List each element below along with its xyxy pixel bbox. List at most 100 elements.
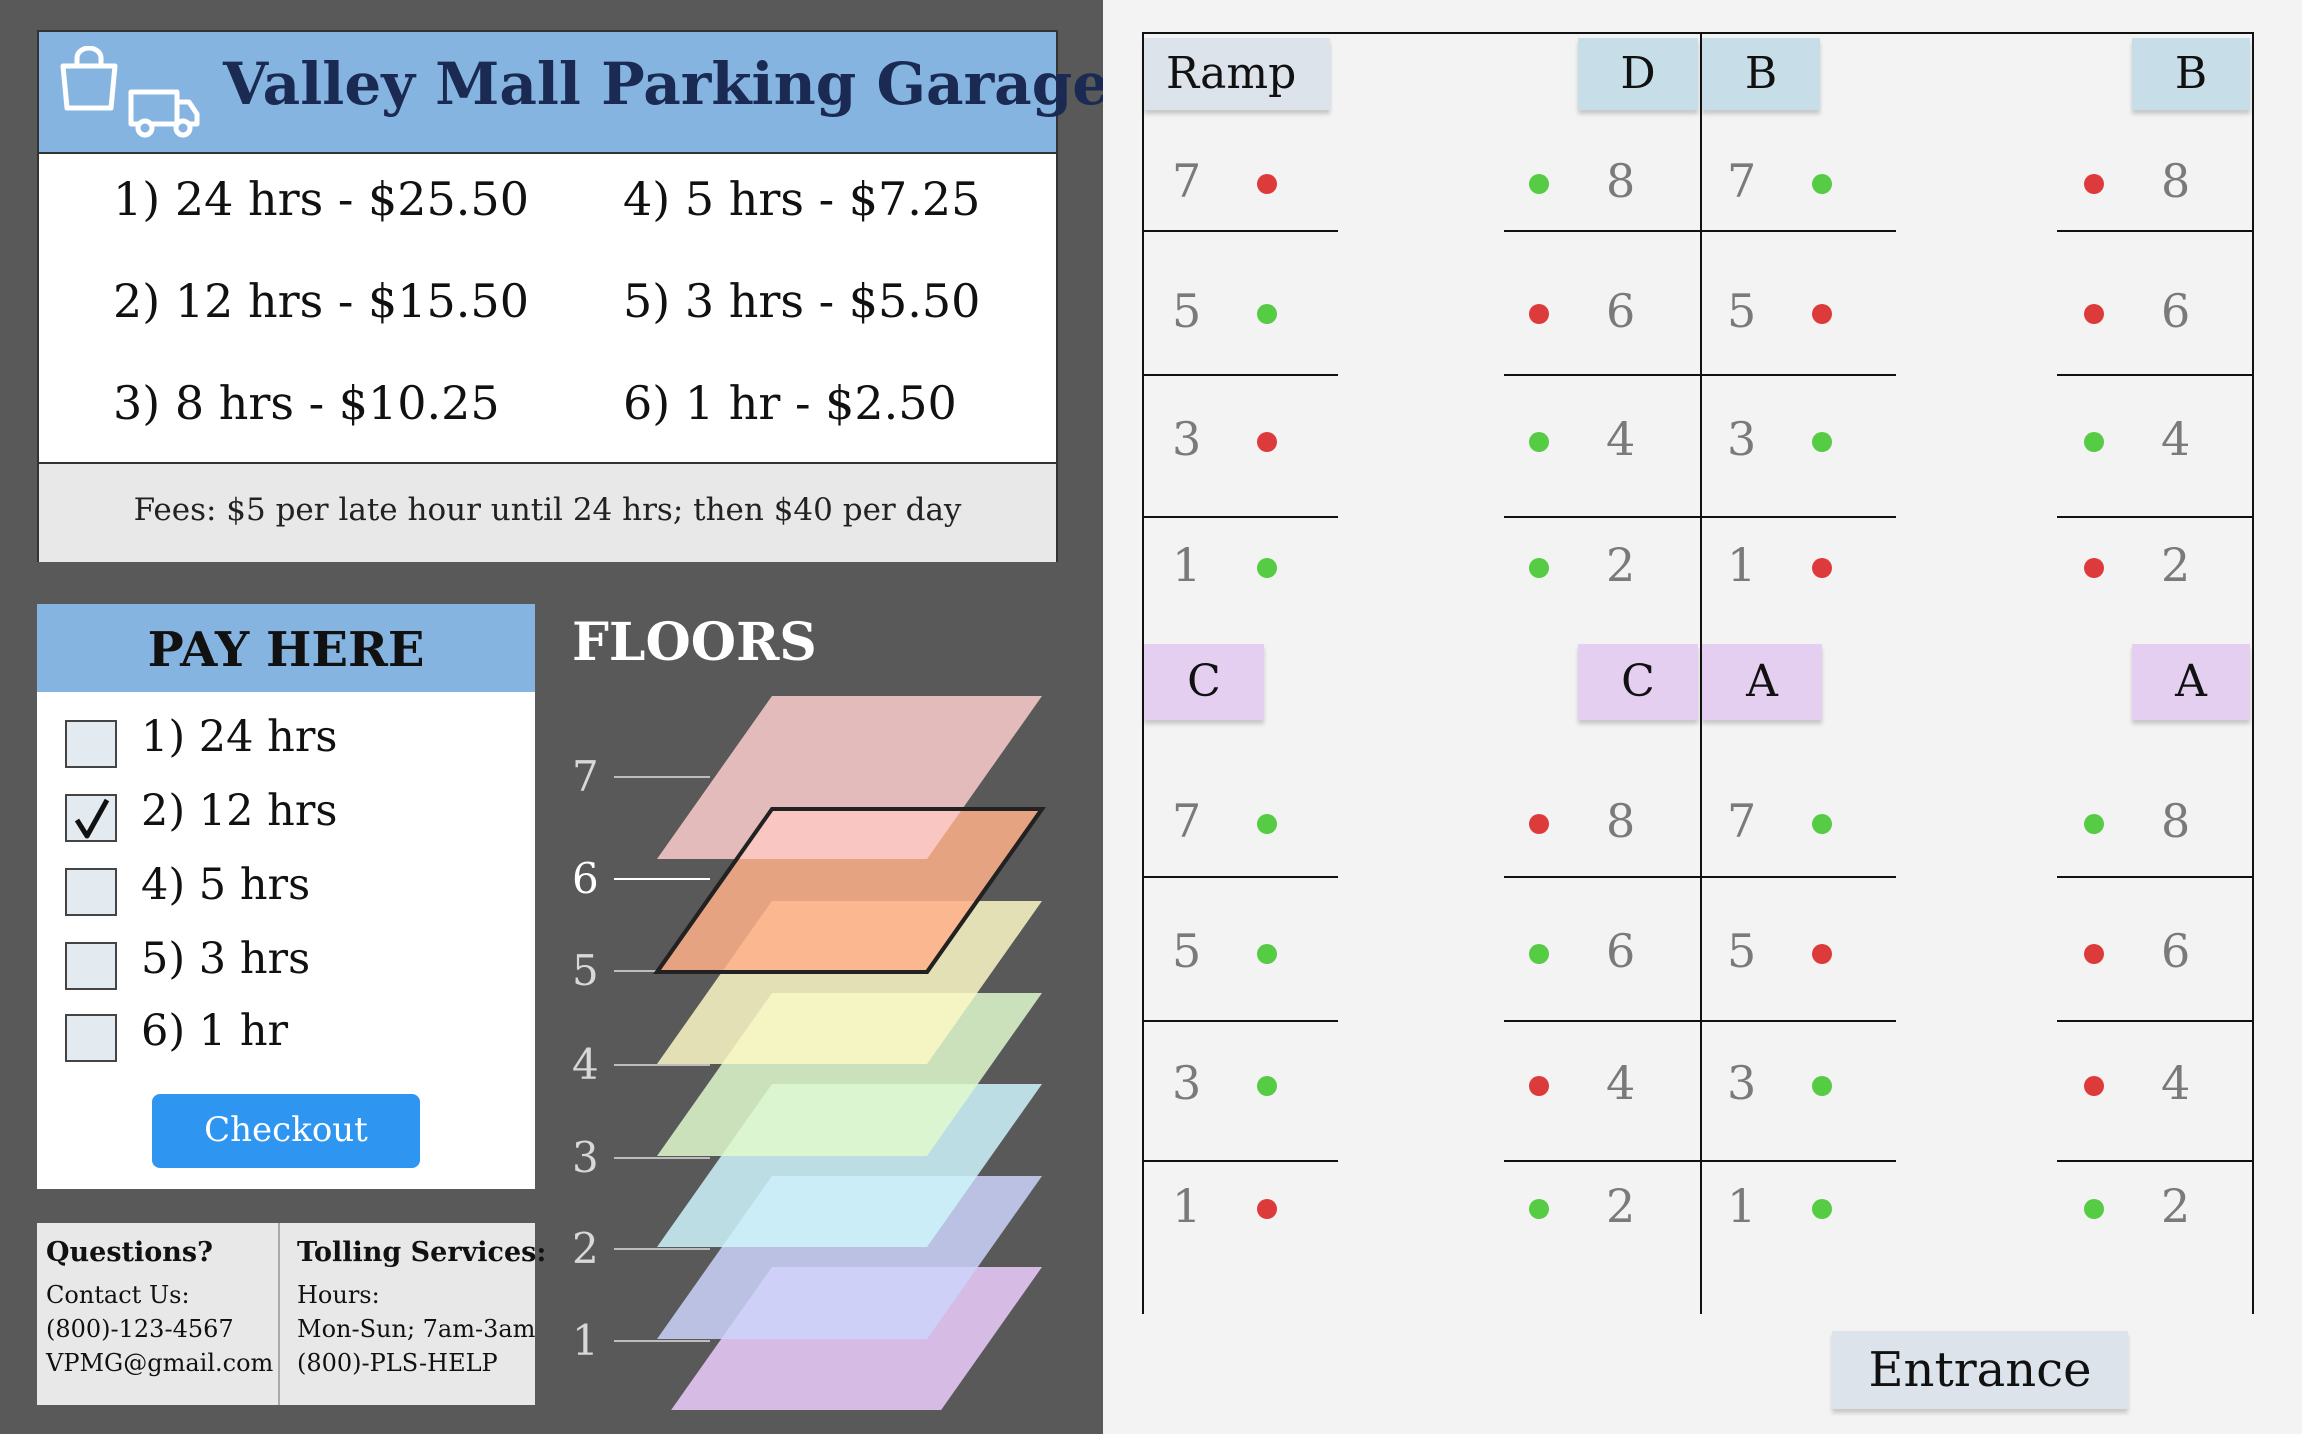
parking-stall-line [1700,230,1896,232]
parking-spot-number[interactable]: 1 [1172,538,1201,592]
parking-spot-number[interactable]: 4 [1606,1056,1635,1110]
checkbox[interactable] [65,1014,117,1062]
rate-item: 1) 24 hrs - $25.50 [113,172,529,226]
fees-text: Fees: $5 per late hour until 24 hrs; the… [133,492,962,528]
rates-card: Valley Mall Parking Garage 1) 24 hrs - $… [37,30,1109,562]
tolling-phone: (800)-PLS-HELP [297,1349,498,1377]
rate-item: 2) 12 hrs - $15.50 [113,274,529,328]
spot-status-available-dot [2084,1199,2104,1219]
checkbox[interactable] [65,868,117,916]
pay-option-label: 1) 24 hrs [141,712,338,762]
spot-status-available-dot [1812,432,1832,452]
parking-stall-line [2057,374,2253,376]
parking-spot-number[interactable]: 8 [1606,794,1635,848]
spot-status-occupied-dot [1529,814,1549,834]
parking-stall-line [1504,374,1700,376]
parking-spot-number[interactable]: 3 [1172,412,1201,466]
page-title: Valley Mall Parking Garage [223,50,1110,118]
parking-stall-line [1504,876,1700,878]
spot-status-occupied-dot [2084,304,2104,324]
parking-stall-line [1142,1160,1338,1162]
map-wall-left [1142,32,1144,1314]
fees-bar: Fees: $5 per late hour until 24 hrs; the… [39,462,1056,562]
parking-spot-number[interactable]: 5 [1172,924,1201,978]
checkmark-icon [74,798,110,839]
shopping-bag-icon [60,46,118,111]
parking-stall-line [1142,876,1338,878]
checkout-button[interactable]: Checkout [152,1094,420,1168]
spot-status-available-dot [1257,304,1277,324]
contact-phone: (800)-123-4567 [46,1315,234,1343]
parking-spot-number[interactable]: 5 [1727,284,1756,338]
parking-spot-number[interactable]: 7 [1172,154,1201,208]
spot-status-available-dot [1257,944,1277,964]
parking-spot-number[interactable]: 3 [1172,1056,1201,1110]
spot-status-available-dot [1529,944,1549,964]
pay-option-label: 4) 5 hrs [141,860,311,910]
parking-spot-number[interactable]: 2 [2161,538,2190,592]
map-center-divider [1700,32,1702,1314]
parking-stall-line [1504,1160,1700,1162]
floor-number: 7 [572,752,599,801]
spot-status-occupied-dot [1257,174,1277,194]
parking-spot-number[interactable]: 4 [2161,412,2190,466]
rate-item: 5) 3 hrs - $5.50 [623,274,981,328]
parking-spot-number[interactable]: 2 [1606,538,1635,592]
parking-spot-number[interactable]: 7 [1727,154,1756,208]
parking-stall-line [1504,1020,1700,1022]
floors-title: FLOORS [572,612,817,673]
pay-title: PAY HERE [147,622,425,678]
parking-spot-number[interactable]: 4 [1606,412,1635,466]
parking-spot-number[interactable]: 3 [1727,412,1756,466]
pay-option-label: 5) 3 hrs [141,934,311,984]
floor-number: 1 [572,1316,599,1365]
map-wall-right [2252,32,2254,1314]
parking-stall-line [2057,1020,2253,1022]
section-label-C: C [1144,644,1264,720]
spot-status-occupied-dot [1529,304,1549,324]
parking-stall-line [1700,876,1896,878]
spot-status-occupied-dot [2084,944,2104,964]
parking-spot-number[interactable]: 8 [1606,154,1635,208]
parking-spot-number[interactable]: 8 [2161,794,2190,848]
truck-icon [128,89,200,138]
parking-stall-line [2057,1160,2253,1162]
checkbox-checked[interactable] [65,794,117,842]
parking-spot-number[interactable]: 7 [1172,794,1201,848]
parking-stall-line [1142,230,1338,232]
section-label-C: C [1578,644,1698,720]
spot-status-available-dot [1812,1076,1832,1096]
spot-status-available-dot [1529,558,1549,578]
parking-spot-number[interactable]: 5 [1172,284,1201,338]
rate-item: 4) 5 hrs - $7.25 [623,172,981,226]
parking-stall-line [1504,230,1700,232]
parking-spot-number[interactable]: 1 [1727,1179,1756,1233]
parking-spot-number[interactable]: 8 [2161,154,2190,208]
section-label-A: A [1702,644,1822,720]
contact-label: Contact Us: [46,1281,190,1309]
info-box: Questions? Contact Us: (800)-123-4567 VP… [37,1223,546,1405]
checkbox[interactable] [65,942,117,990]
parking-spot-number[interactable]: 2 [2161,1179,2190,1233]
tolling-hours-label: Hours: [297,1281,380,1309]
rates-header: Valley Mall Parking Garage [39,32,1109,154]
parking-spot-number[interactable]: 7 [1727,794,1756,848]
pay-option-label: 6) 1 hr [141,1006,289,1056]
section-label-B: B [1702,38,1820,110]
parking-spot-number[interactable]: 2 [1606,1179,1635,1233]
parking-spot-number[interactable]: 5 [1727,924,1756,978]
parking-spot-number[interactable]: 6 [2161,924,2190,978]
parking-spot-number[interactable]: 1 [1172,1179,1201,1233]
spot-status-available-dot [1257,558,1277,578]
parking-spot-number[interactable]: 6 [1606,924,1635,978]
parking-spot-number[interactable]: 3 [1727,1056,1756,1110]
parking-spot-number[interactable]: 6 [2161,284,2190,338]
parking-spot-number[interactable]: 1 [1727,538,1756,592]
parking-stall-line [1142,1020,1338,1022]
spot-status-available-dot [1529,432,1549,452]
checkbox[interactable] [65,720,117,768]
spot-status-available-dot [1529,1199,1549,1219]
parking-stall-line [1700,374,1896,376]
parking-spot-number[interactable]: 4 [2161,1056,2190,1110]
parking-spot-number[interactable]: 6 [1606,284,1635,338]
